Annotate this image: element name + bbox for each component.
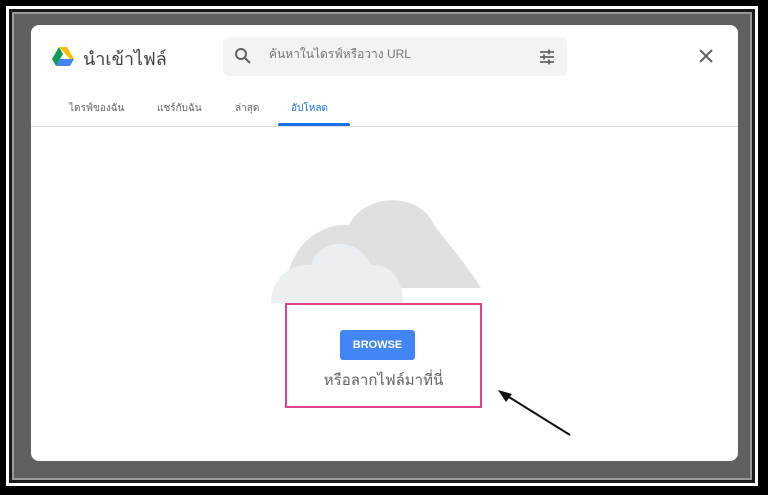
- drive-search-bar[interactable]: [223, 37, 567, 76]
- close-icon[interactable]: [696, 46, 716, 66]
- search-input[interactable]: [269, 47, 519, 61]
- dialog-header: นำเข้าไฟล์: [31, 25, 738, 85]
- dialog-title: นำเข้าไฟล์: [83, 49, 167, 69]
- dialog-tabs: ไดรฟ์ของฉัน แชร์กับฉัน ล่าสุด อัปโหลด: [31, 95, 738, 127]
- drop-zone-text: หรือลากไฟล์มาที่นี่: [323, 372, 444, 389]
- browse-button[interactable]: BROWSE: [340, 330, 415, 360]
- tune-icon[interactable]: [538, 48, 556, 66]
- tab-my-drive[interactable]: ไดรฟ์ของฉัน: [69, 101, 124, 116]
- arrow-annotation: [498, 390, 571, 436]
- import-file-dialog: นำเข้าไฟล์ ไดรฟ์ของฉัน แชร์กับฉัน ล่าส: [31, 25, 738, 461]
- tab-recent[interactable]: ล่าสุด: [235, 101, 259, 116]
- search-icon[interactable]: [234, 47, 252, 65]
- active-tab-indicator: [278, 123, 350, 126]
- tab-shared-with-me[interactable]: แชร์กับฉัน: [157, 101, 202, 116]
- cloud-illustration: [271, 200, 481, 303]
- google-drive-icon: [52, 47, 74, 66]
- tab-upload[interactable]: อัปโหลด: [291, 101, 328, 116]
